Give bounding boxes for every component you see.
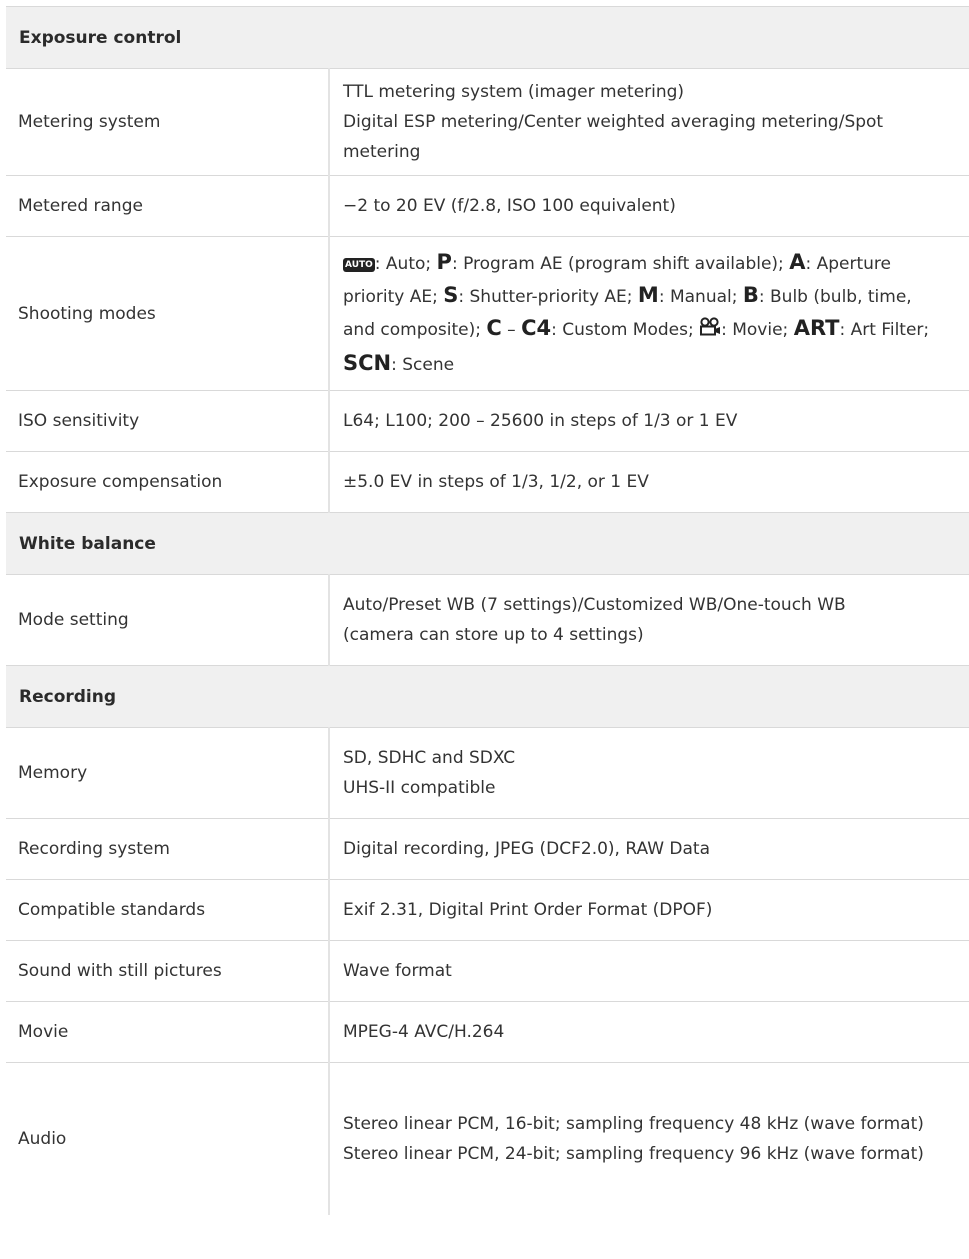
- row-value: SD, SDHC and SDXC UHS-II compatible: [329, 727, 969, 819]
- table-row: ISO sensitivity L64; L100; 200 – 25600 i…: [6, 390, 969, 452]
- mode-desc: : Art Filter;: [839, 319, 930, 340]
- value-line: SD, SDHC and SDXC: [343, 748, 516, 768]
- value-line: Stereo linear PCM, 24-bit; sampling freq…: [343, 1143, 924, 1164]
- value-line: Auto/Preset WB (7 settings)/Customized W…: [343, 595, 846, 615]
- row-value: Digital recording, JPEG (DCF2.0), RAW Da…: [329, 818, 969, 880]
- row-value: AUTO: Auto; P: Program AE (program shift…: [329, 236, 969, 391]
- row-label: Audio: [6, 1062, 330, 1215]
- mode-symbol-m: M: [637, 282, 659, 307]
- row-value: Wave format: [329, 940, 969, 1002]
- table-row: Sound with still pictures Wave format: [6, 940, 969, 1002]
- section-recording: Recording: [6, 665, 969, 728]
- mode-desc: : Scene: [391, 354, 455, 375]
- row-value: Auto/Preset WB (7 settings)/Customized W…: [329, 574, 969, 666]
- mode-symbol-c: C: [486, 315, 502, 340]
- value-line: UHS-II compatible: [343, 778, 496, 798]
- movie-mode-icon: [699, 316, 721, 348]
- table-row: Memory SD, SDHC and SDXC UHS-II compatib…: [6, 727, 969, 819]
- mode-symbol-art: ART: [793, 315, 840, 340]
- value-line: TTL metering system (imager metering): [343, 82, 685, 102]
- section-exposure-control: Exposure control: [6, 6, 969, 69]
- mode-symbol-scn: SCN: [343, 350, 392, 375]
- table-row: Audio Stereo linear PCM, 16-bit; samplin…: [6, 1062, 969, 1215]
- row-label: Metered range: [6, 175, 330, 237]
- row-label: Sound with still pictures: [6, 940, 330, 1002]
- row-value: Stereo linear PCM, 16-bit; sampling freq…: [329, 1062, 969, 1215]
- row-label: Movie: [6, 1001, 330, 1063]
- row-value: Exif 2.31, Digital Print Order Format (D…: [329, 879, 969, 941]
- mode-symbol-b: B: [742, 282, 759, 307]
- mode-symbol-a: A: [789, 249, 806, 274]
- value-line: Stereo linear PCM, 16-bit; sampling freq…: [343, 1113, 924, 1134]
- section-title: Recording: [6, 665, 969, 728]
- mode-symbol-s: S: [443, 282, 459, 307]
- table-row: Shooting modes AUTO: Auto; P: Program AE…: [6, 236, 969, 391]
- row-value: TTL metering system (imager metering) Di…: [329, 68, 969, 176]
- value-line: (camera can store up to 4 settings): [343, 625, 644, 645]
- mode-dash: –: [501, 319, 522, 340]
- row-value: ±5.0 EV in steps of 1/3, 1/2, or 1 EV: [329, 451, 969, 513]
- row-label: Exposure compensation: [6, 451, 330, 513]
- mode-desc: : Movie;: [721, 319, 794, 340]
- row-label: ISO sensitivity: [6, 390, 330, 452]
- row-label: Shooting modes: [6, 236, 330, 391]
- row-label: Metering system: [6, 68, 330, 176]
- mode-desc: : Program AE (program shift available);: [451, 253, 790, 274]
- table-row: Compatible standards Exif 2.31, Digital …: [6, 879, 969, 941]
- row-label: Compatible standards: [6, 879, 330, 941]
- table-row: Movie MPEG-4 AVC/H.264: [6, 1001, 969, 1063]
- table-row: Metering system TTL metering system (ima…: [6, 68, 969, 176]
- row-label: Recording system: [6, 818, 330, 880]
- section-title: Exposure control: [6, 6, 969, 69]
- row-label: Memory: [6, 727, 330, 819]
- row-label: Mode setting: [6, 574, 330, 666]
- mode-desc: : Manual;: [658, 286, 743, 307]
- spec-table: Exposure control Metering system TTL met…: [6, 6, 969, 1215]
- row-value: MPEG-4 AVC/H.264: [329, 1001, 969, 1063]
- mode-desc: : Custom Modes;: [551, 319, 700, 340]
- section-white-balance: White balance: [6, 512, 969, 575]
- table-row: Metered range −2 to 20 EV (f/2.8, ISO 10…: [6, 175, 969, 237]
- mode-desc: : Auto;: [374, 253, 437, 274]
- mode-symbol-c4: C4: [521, 315, 552, 340]
- row-value: −2 to 20 EV (f/2.8, ISO 100 equivalent): [329, 175, 969, 237]
- table-row: Recording system Digital recording, JPEG…: [6, 818, 969, 880]
- mode-desc: : Shutter-priority AE;: [458, 286, 638, 307]
- auto-mode-icon: AUTO: [343, 257, 375, 272]
- row-value: L64; L100; 200 – 25600 in steps of 1/3 o…: [329, 390, 969, 452]
- section-title: White balance: [6, 512, 969, 575]
- table-row: Mode setting Auto/Preset WB (7 settings)…: [6, 574, 969, 666]
- mode-symbol-p: P: [436, 249, 452, 274]
- value-line: Digital ESP metering/Center weighted ave…: [343, 112, 884, 162]
- table-row: Exposure compensation ±5.0 EV in steps o…: [6, 451, 969, 513]
